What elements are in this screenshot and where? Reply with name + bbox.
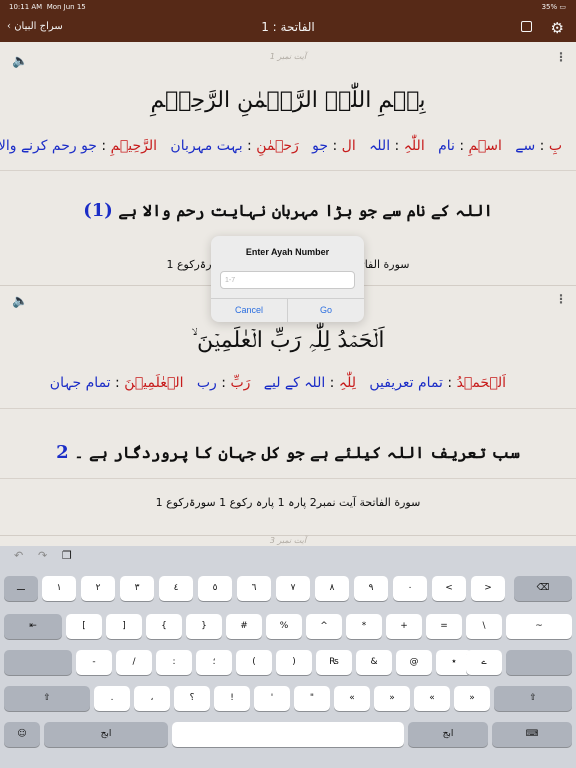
key[interactable]: #: [226, 614, 262, 639]
key[interactable]: >: [471, 576, 505, 601]
key[interactable]: «: [334, 686, 370, 711]
key[interactable]: ': [254, 686, 290, 711]
ayah-number-dialog: Enter Ayah Number Cancel Go: [211, 236, 364, 322]
tab-key[interactable]: ⇤: [4, 614, 62, 639]
cancel-button[interactable]: Cancel: [211, 299, 287, 322]
key[interactable]: ~: [506, 614, 572, 639]
key[interactable]: *: [346, 614, 382, 639]
key[interactable]: ٩: [354, 576, 388, 601]
key[interactable]: ؟: [174, 686, 210, 711]
mode-key-right[interactable]: ابج: [408, 722, 488, 747]
undo-icon[interactable]: ↶: [14, 549, 23, 562]
key[interactable]: ₨: [316, 650, 352, 675]
key[interactable]: ٠: [393, 576, 427, 601]
key[interactable]: -: [76, 650, 112, 675]
emoji-key[interactable]: ☺: [4, 722, 40, 747]
key[interactable]: ،: [134, 686, 170, 711]
key[interactable]: +: [386, 614, 422, 639]
key[interactable]: «: [414, 686, 450, 711]
key[interactable]: \: [466, 614, 502, 639]
caps-key[interactable]: [4, 650, 72, 675]
key[interactable]: ": [294, 686, 330, 711]
key[interactable]: @: [396, 650, 432, 675]
key[interactable]: [: [66, 614, 102, 639]
key[interactable]: .: [94, 686, 130, 711]
key[interactable]: ٤: [159, 576, 193, 601]
hide-keyboard-key[interactable]: ⌨: [492, 722, 572, 747]
shift-key[interactable]: ⇧: [4, 686, 90, 711]
shift-key-right[interactable]: ⇧: [494, 686, 572, 711]
key[interactable]: ١: [42, 576, 76, 601]
key[interactable]: »: [374, 686, 410, 711]
ayah-number-input[interactable]: [220, 271, 355, 289]
key[interactable]: ـــ: [4, 576, 38, 601]
key[interactable]: =: [426, 614, 462, 639]
key[interactable]: %: [266, 614, 302, 639]
key[interactable]: (: [236, 650, 272, 675]
keyboard-toolbar: ↶ ↷ ❐: [0, 546, 576, 568]
key[interactable]: /: [116, 650, 152, 675]
key[interactable]: ]: [106, 614, 142, 639]
key[interactable]: ٧: [276, 576, 310, 601]
key[interactable]: ٥: [198, 576, 232, 601]
key[interactable]: ٦: [237, 576, 271, 601]
go-button[interactable]: Go: [287, 299, 364, 322]
delete-key[interactable]: ⌫: [514, 576, 572, 601]
key[interactable]: :: [156, 650, 192, 675]
key[interactable]: ٣: [120, 576, 154, 601]
key[interactable]: <: [432, 576, 466, 601]
key[interactable]: ): [276, 650, 312, 675]
key[interactable]: {: [146, 614, 182, 639]
key[interactable]: »: [454, 686, 490, 711]
return-key[interactable]: [506, 650, 572, 675]
paste-icon[interactable]: ❐: [62, 549, 72, 562]
dialog-buttons: Cancel Go: [211, 298, 364, 322]
key[interactable]: &: [356, 650, 392, 675]
key[interactable]: ٢: [81, 576, 115, 601]
mode-key[interactable]: ابج: [44, 722, 168, 747]
key[interactable]: !: [214, 686, 250, 711]
key[interactable]: ؛: [196, 650, 232, 675]
dialog-title: Enter Ayah Number: [245, 247, 330, 257]
keyboard: ↶ ↷ ❐ ـــ ١ ٢ ٣ ٤ ٥ ٦ ٧ ٨ ٩ ٠ < > ⌫ ⇤ [ …: [0, 546, 576, 768]
space-key[interactable]: [172, 722, 404, 747]
redo-icon[interactable]: ↷: [38, 549, 47, 562]
key[interactable]: ^: [306, 614, 342, 639]
key[interactable]: ے: [466, 650, 502, 675]
key[interactable]: ٨: [315, 576, 349, 601]
key[interactable]: }: [186, 614, 222, 639]
